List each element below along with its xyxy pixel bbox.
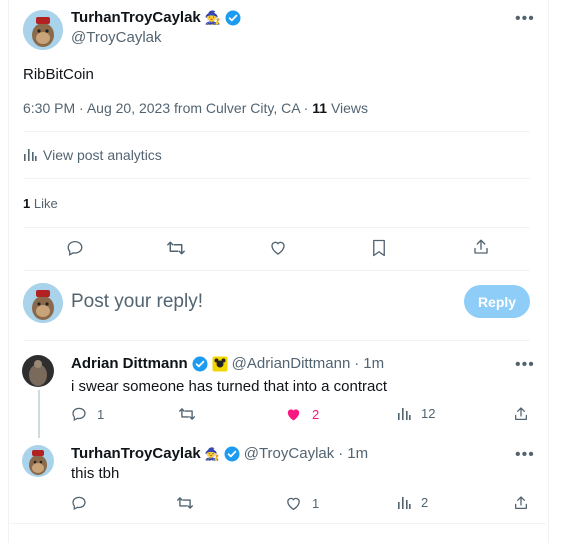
divider [24, 340, 530, 341]
author-name[interactable]: TurhanTroyCaylak [71, 9, 201, 26]
likes-summary[interactable]: 1 Like [23, 196, 58, 211]
author-avatar[interactable] [23, 10, 63, 50]
reply-avatar[interactable] [22, 355, 54, 387]
divider [24, 131, 530, 132]
verified-icon[interactable] [225, 10, 241, 26]
verified-icon[interactable] [224, 446, 240, 462]
tweet-time[interactable]: 6:30 PM [23, 100, 75, 116]
reply-icon[interactable] [66, 239, 84, 257]
reply-author-handle[interactable]: @AdrianDittmann [232, 355, 351, 372]
like-action[interactable]: 1 [285, 495, 319, 511]
analytics-label: View post analytics [43, 147, 162, 163]
reply-age[interactable]: 1m [347, 445, 368, 462]
views-count: 12 [421, 406, 436, 421]
reply-author-name[interactable]: Adrian Dittmann [71, 355, 188, 372]
reply-avatar[interactable] [22, 445, 54, 477]
reply-action[interactable] [71, 495, 93, 511]
views-action[interactable]: 2 [397, 495, 428, 510]
retweet-icon [178, 406, 196, 422]
reply-author-name[interactable]: TurhanTroyCaylak [71, 445, 201, 462]
reply-header: Adrian Dittmann @AdrianDittmann · 1m [71, 355, 385, 372]
share-icon[interactable] [513, 406, 529, 422]
more-icon[interactable]: ••• [515, 356, 535, 374]
composer-avatar[interactable] [23, 283, 63, 323]
views-label: Views [330, 100, 369, 116]
reply-count: 1 [97, 406, 105, 422]
reply-text: this tbh [71, 465, 120, 482]
like-count: 2 [312, 406, 320, 422]
reply-button-label: Reply [477, 293, 517, 310]
views-count: 2 [421, 495, 429, 510]
like-icon [285, 495, 302, 511]
wizard-emoji-icon: 🧙 [204, 9, 221, 25]
tweet-date-location[interactable]: Aug 20, 2023 from Culver City, CA [87, 100, 300, 116]
reply-icon [71, 495, 87, 511]
divider [24, 178, 530, 179]
reply-action[interactable]: 1 [71, 406, 104, 422]
reply-age[interactable]: 1m [363, 355, 384, 372]
thread-line [38, 390, 40, 438]
retweet-icon[interactable] [166, 239, 186, 257]
views-count: 11 [312, 100, 328, 116]
reply-author-handle[interactable]: @TroyCaylak [244, 445, 335, 462]
divider [24, 270, 530, 271]
likes-label: Like [33, 196, 58, 211]
retweet-icon [176, 495, 194, 511]
divider [24, 227, 530, 228]
views-icon [397, 496, 411, 510]
author-name-row: TurhanTroyCaylak 🧙 [71, 9, 241, 26]
reply-button[interactable]: Reply [464, 285, 530, 318]
share-icon[interactable] [513, 495, 529, 511]
more-icon[interactable]: ••• [515, 446, 535, 464]
reply-input[interactable]: Post your reply! [71, 291, 203, 313]
retweet-action[interactable] [176, 495, 200, 511]
like-count: 1 [312, 495, 320, 511]
like-icon[interactable] [269, 239, 287, 257]
affiliate-badge-icon[interactable] [212, 356, 228, 372]
wizard-emoji-icon: 🧙 [204, 446, 220, 461]
view-analytics-link[interactable]: View post analytics [23, 147, 162, 163]
reply-header: TurhanTroyCaylak 🧙 @TroyCaylak · 1m [71, 445, 369, 462]
author-handle[interactable]: @TroyCaylak [71, 29, 162, 46]
like-icon [285, 406, 302, 422]
views-action[interactable]: 12 [397, 406, 435, 421]
verified-icon[interactable] [192, 356, 208, 372]
reply-text: i swear someone has turned that into a c… [71, 378, 388, 395]
divider [9, 523, 546, 524]
reply-icon [71, 406, 87, 422]
likes-count: 1 [23, 196, 31, 211]
views-icon [397, 407, 411, 421]
tweet-meta: 6:30 PM · Aug 20, 2023 from Culver City,… [23, 100, 369, 116]
analytics-icon [23, 148, 37, 162]
bookmark-icon[interactable] [371, 239, 387, 257]
more-icon[interactable]: ••• [515, 10, 535, 28]
retweet-action[interactable] [178, 406, 202, 422]
like-action[interactable]: 2 [285, 406, 319, 422]
tweet-text: RibBitCoin [23, 66, 94, 83]
share-icon[interactable] [472, 238, 490, 256]
